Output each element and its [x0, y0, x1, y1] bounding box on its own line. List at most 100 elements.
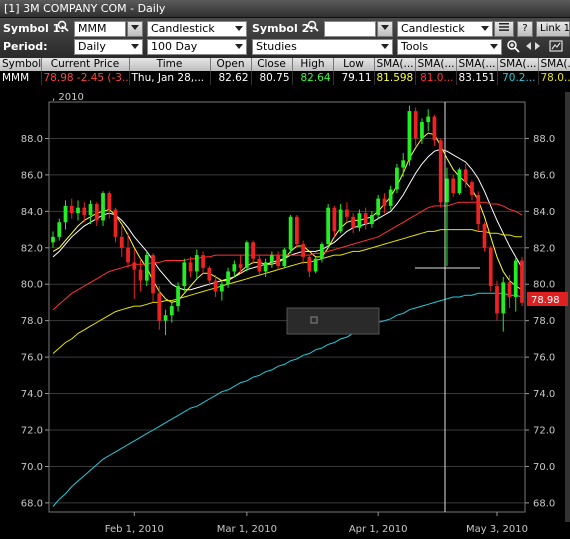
price-chart[interactable]: , 2010 88.0 86.0 84.0 82.0 80.0 78.0 76.0 74.0 7… [0, 86, 570, 539]
column-header[interactable]: SMA(... [538, 58, 570, 71]
symbol2-menu-button[interactable] [377, 21, 393, 37]
candle-body [238, 264, 243, 268]
chevron-down-icon [490, 44, 498, 49]
candle-body [51, 236, 55, 243]
candle-body [413, 111, 418, 139]
y-tick-label: 82.0 [533, 243, 555, 254]
candle-body [495, 286, 499, 314]
column-header[interactable]: Symbol [0, 58, 42, 71]
chart-type1-select[interactable]: Candlestick [147, 21, 247, 37]
link-button[interactable]: Link 1 [536, 21, 570, 37]
candle-body [501, 282, 506, 314]
period-select[interactable]: Daily [74, 39, 143, 55]
y-tick-label: 78.0 [533, 316, 555, 327]
y-tick-label: 70.0 [21, 462, 43, 473]
search-icon[interactable] [305, 20, 321, 36]
candle-body [269, 255, 274, 263]
column-header[interactable]: High [292, 58, 334, 71]
y-tick-label: 88.0 [533, 134, 555, 145]
column-header[interactable]: SMA(... [497, 58, 539, 71]
open-cell: 82.62 [210, 71, 252, 85]
current-price: 78.98 [43, 72, 74, 84]
candle-body [176, 286, 180, 307]
column-header[interactable]: Open [210, 58, 252, 71]
vertical-scrollbar[interactable] [565, 92, 570, 522]
zoom-in-icon[interactable] [505, 39, 521, 55]
tools-select[interactable]: Tools [397, 39, 502, 55]
column-header[interactable]: SMA(... [374, 58, 416, 71]
candle-body [320, 244, 324, 259]
candle-body [151, 255, 155, 294]
chart-background [0, 86, 570, 539]
candle-body [263, 262, 268, 272]
candle-body [226, 271, 230, 285]
candle-body [338, 209, 343, 232]
candle-body [107, 193, 112, 210]
candle-body [476, 194, 481, 225]
sma-cell: 78.0... [538, 71, 570, 85]
symbol1-input[interactable]: MMM [74, 21, 126, 37]
range-select[interactable]: 100 Day [147, 39, 247, 55]
candlestick [313, 256, 318, 274]
fit-view-icon[interactable] [548, 39, 564, 55]
y-tick-label: 78.0 [21, 316, 43, 327]
y-tick-label: 68.0 [533, 498, 555, 509]
time-cell: Thu, Jan 28,... [129, 71, 211, 85]
symbol1-menu-button[interactable] [127, 21, 143, 37]
candle-body [457, 169, 462, 194]
candle-body [345, 209, 349, 217]
candle-body [438, 140, 443, 203]
candle-body [163, 315, 168, 321]
column-header[interactable]: Close [251, 58, 293, 71]
candle-body [132, 262, 137, 270]
last-price-text: 78.98 [531, 295, 560, 306]
column-header[interactable]: Time [129, 58, 211, 71]
symbol-cell: MMM [0, 71, 42, 85]
candle-body [513, 260, 518, 297]
candle-body [363, 213, 368, 225]
candle-body [488, 247, 493, 287]
candle-body [445, 178, 449, 203]
candle-body [232, 264, 237, 272]
x-tick-label: Apr 1, 2010 [349, 524, 408, 535]
candle-body [207, 267, 212, 281]
y-tick-label: 76.0 [21, 353, 43, 364]
candle-body [307, 256, 312, 272]
candle-body [63, 205, 68, 223]
candlestick [438, 138, 443, 208]
candle-body [395, 167, 399, 190]
candle-body [432, 116, 437, 141]
candle-body [520, 260, 524, 303]
menu-icon[interactable] [494, 21, 514, 37]
studies-value: Studies [256, 40, 297, 53]
column-header[interactable]: Low [333, 58, 375, 71]
column-header[interactable]: Current Price [41, 58, 130, 71]
candlestick [488, 245, 493, 292]
x-tick-label: Feb 1, 2010 [105, 524, 164, 535]
x-tick-label: Mar 1, 2010 [217, 524, 277, 535]
help-button[interactable]: ? [517, 21, 533, 37]
chart-canvas[interactable]: , 2010 88.0 86.0 84.0 82.0 80.0 78.0 76.0 74.0 7… [0, 86, 570, 539]
column-header[interactable]: SMA(... [456, 58, 498, 71]
candle-body [426, 116, 431, 123]
candle-body [144, 255, 149, 281]
y-tick-label: 80.0 [533, 280, 555, 291]
candle-body [382, 198, 387, 206]
candle-body [451, 178, 456, 194]
scroll-arrows-icon[interactable] [525, 39, 541, 55]
chart-type2-select[interactable]: Candlestick [397, 21, 493, 37]
y-tick-label: 80.0 [21, 280, 43, 291]
candle-body [126, 247, 130, 263]
last-price-tag: 78.98 [527, 292, 568, 306]
chevron-down-icon [381, 44, 389, 49]
candle-body [401, 160, 406, 168]
symbol2-input[interactable] [324, 21, 376, 37]
column-header[interactable]: SMA(... [415, 58, 457, 71]
candle-body [326, 207, 331, 245]
search-icon[interactable] [55, 20, 71, 36]
quote-row[interactable]: MMM 78.98 -2.45 (-3... Thu, Jan 28,... 8… [0, 71, 570, 85]
tools-value: Tools [401, 40, 429, 53]
candle-body [313, 258, 318, 272]
studies-select[interactable]: Studies [252, 39, 393, 55]
candle-body [76, 207, 80, 214]
